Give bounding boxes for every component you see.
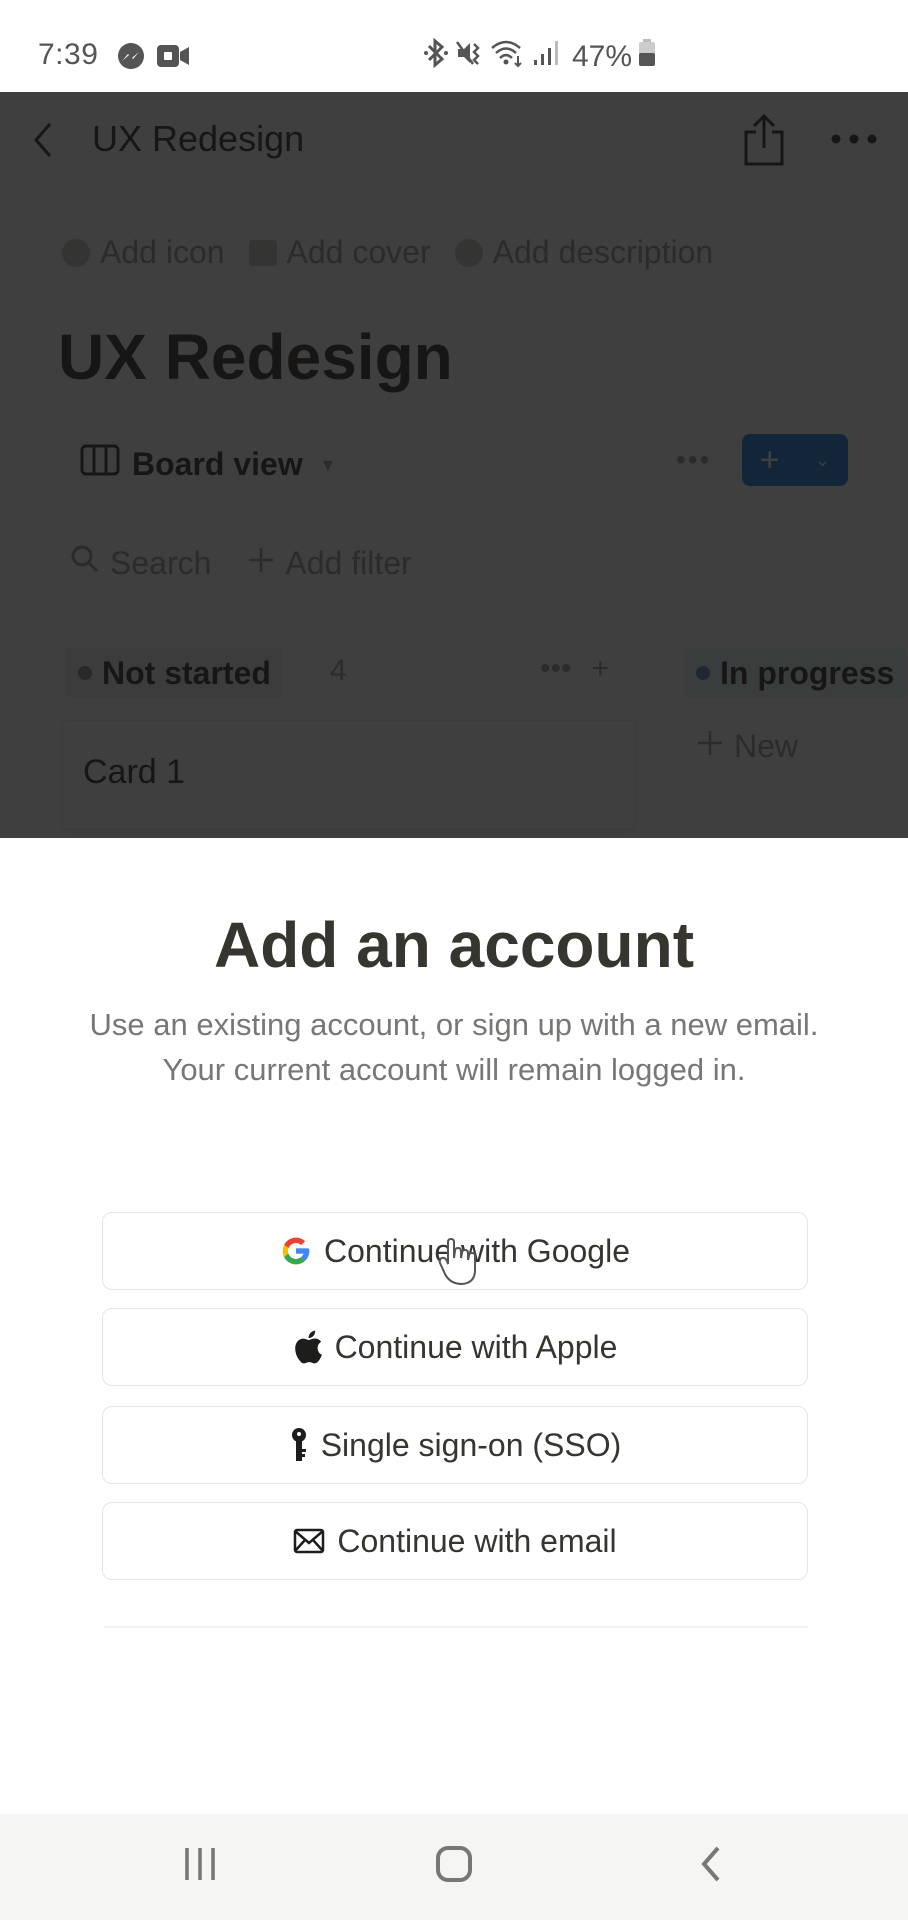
modal-scrim[interactable] — [0, 92, 908, 838]
sheet-subtitle: Use an existing account, or sign up with… — [89, 1007, 819, 1087]
divider — [104, 1626, 808, 1628]
bluetooth-icon — [424, 37, 448, 76]
back-icon[interactable] — [696, 1844, 724, 1889]
button-label: Continue with Apple — [334, 1328, 618, 1365]
button-label: Continue with email — [337, 1522, 617, 1559]
status-bar: 7:39 47% — [0, 0, 908, 92]
key-icon — [289, 1427, 309, 1463]
button-label: Single sign-on (SSO) — [320, 1426, 622, 1463]
apple-icon — [293, 1330, 323, 1364]
continue-with-email-button[interactable]: Continue with email — [102, 1502, 808, 1580]
system-nav-bar — [0, 1814, 908, 1920]
continue-with-apple-button[interactable]: Continue with Apple — [102, 1308, 808, 1386]
status-time: 7:39 — [38, 38, 99, 71]
button-label: Continue with Google — [324, 1232, 630, 1269]
signal-icon — [532, 38, 560, 76]
vibrate-icon — [454, 38, 484, 76]
google-icon — [280, 1235, 312, 1267]
messenger-icon — [116, 42, 146, 77]
mail-icon — [293, 1528, 325, 1554]
wifi-icon — [490, 38, 526, 76]
hand-pointer-cursor-icon — [438, 1237, 476, 1291]
battery-percent: 47% — [572, 40, 633, 73]
sheet-title: Add an account — [213, 909, 695, 981]
battery-icon — [638, 38, 656, 76]
single-sign-on-button[interactable]: Single sign-on (SSO) — [102, 1406, 808, 1484]
status-right: 47% — [424, 37, 656, 76]
home-icon[interactable] — [434, 1844, 474, 1889]
recents-icon[interactable] — [182, 1844, 218, 1889]
add-account-sheet: Add an account Use an existing account, … — [0, 838, 908, 1814]
video-call-icon — [156, 42, 190, 75]
